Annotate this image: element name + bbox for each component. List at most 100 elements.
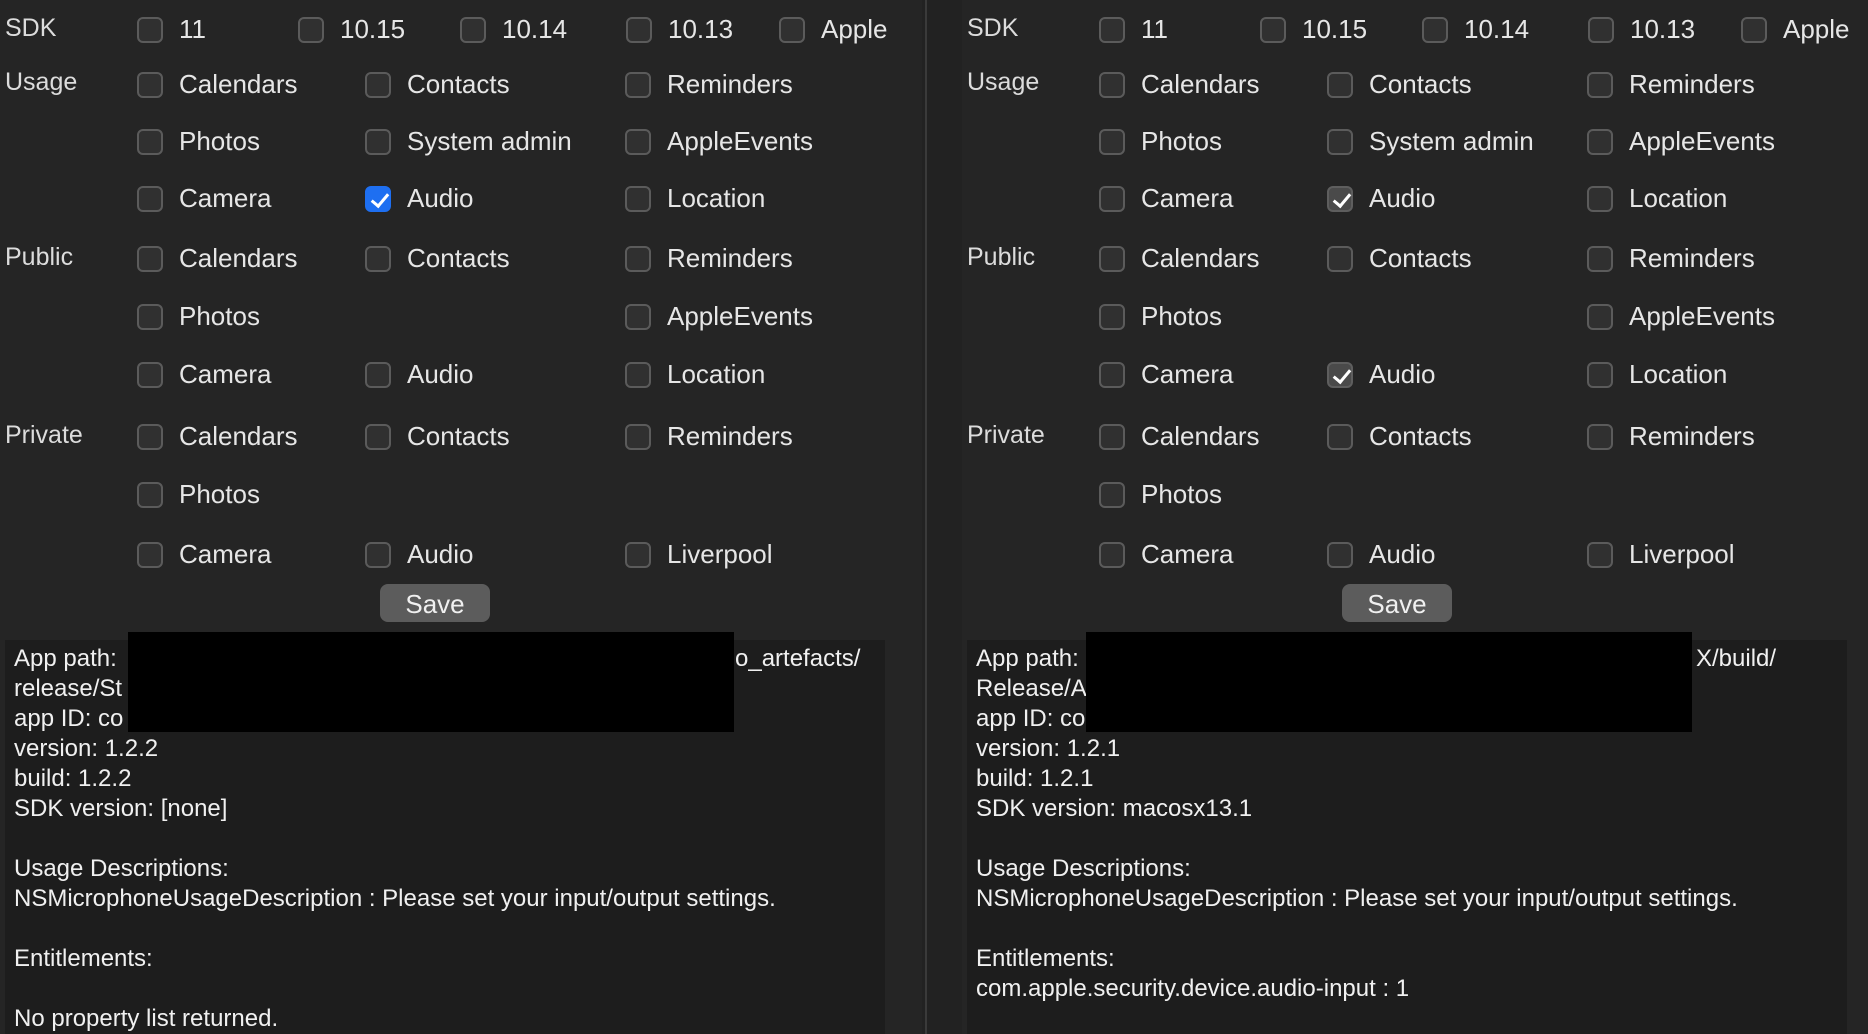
public-audio-checkbox[interactable]: Audio [1327,359,1436,390]
public-camera-checkbox[interactable]: Camera [1099,359,1233,390]
checkbox-box[interactable] [298,16,324,43]
checkbox-box[interactable] [137,16,163,43]
private-calendars-checkbox[interactable]: Calendars [1099,421,1260,452]
checkbox-box[interactable] [1588,16,1614,43]
checkbox-box[interactable] [1260,16,1286,43]
public-photos-checkbox[interactable]: Photos [1099,301,1222,332]
sdk-10-14-checkbox[interactable]: 10.14 [460,14,567,45]
checkbox-box[interactable] [625,541,651,568]
public-calendars-checkbox[interactable]: Calendars [1099,243,1260,274]
public-appleevents-checkbox[interactable]: AppleEvents [1587,301,1775,332]
usage-reminders-checkbox[interactable]: Reminders [1587,69,1755,100]
checkbox-box[interactable] [1099,541,1125,568]
private-photos-checkbox[interactable]: Photos [1099,479,1222,510]
checkbox-box[interactable] [1099,481,1125,508]
private-reminders-checkbox[interactable]: Reminders [625,421,793,452]
checkbox-box[interactable] [460,16,486,43]
sdk-10-15-checkbox[interactable]: 10.15 [298,14,405,45]
checkbox-box[interactable] [137,481,163,508]
checkbox-box[interactable] [1587,303,1613,330]
usage-camera-checkbox[interactable]: Camera [137,183,271,214]
checkbox-box[interactable] [365,541,391,568]
checkbox-box[interactable] [365,128,391,155]
public-reminders-checkbox[interactable]: Reminders [625,243,793,274]
checkbox-box[interactable] [1327,245,1353,272]
usage-location-checkbox[interactable]: Location [1587,183,1727,214]
checkbox-box[interactable] [365,423,391,450]
checkbox-box[interactable] [1099,361,1125,388]
checkbox-box[interactable] [625,128,651,155]
public-photos-checkbox[interactable]: Photos [137,301,260,332]
sdk-apple-checkbox[interactable]: Apple [1741,14,1850,45]
checkbox-box[interactable] [1099,185,1125,212]
usage-calendars-checkbox[interactable]: Calendars [1099,69,1260,100]
checkbox-box[interactable] [1327,423,1353,450]
checkbox-box[interactable] [365,245,391,272]
checkbox-box[interactable] [1587,245,1613,272]
checkbox-box[interactable] [1099,16,1125,43]
usage-camera-checkbox[interactable]: Camera [1099,183,1233,214]
checkbox-box[interactable] [1741,16,1767,43]
checkbox-box[interactable] [137,361,163,388]
checkbox-box[interactable] [137,303,163,330]
checkbox-box[interactable] [1099,128,1125,155]
private-contacts-checkbox[interactable]: Contacts [1327,421,1472,452]
checkbox-box[interactable] [625,245,651,272]
usage-system-admin-checkbox[interactable]: System admin [1327,126,1534,157]
public-contacts-checkbox[interactable]: Contacts [1327,243,1472,274]
checkbox-box[interactable] [1587,423,1613,450]
public-location-checkbox[interactable]: Location [1587,359,1727,390]
checkbox-box[interactable] [365,71,391,98]
private-liverpool-checkbox[interactable]: Liverpool [1587,539,1735,570]
usage-calendars-checkbox[interactable]: Calendars [137,69,298,100]
private-contacts-checkbox[interactable]: Contacts [365,421,510,452]
checkbox-box[interactable] [1587,71,1613,98]
private-calendars-checkbox[interactable]: Calendars [137,421,298,452]
checkbox-box[interactable] [1587,185,1613,212]
public-reminders-checkbox[interactable]: Reminders [1587,243,1755,274]
sdk-apple-checkbox[interactable]: Apple [779,14,888,45]
usage-audio-checkbox[interactable]: Audio [1327,183,1436,214]
private-liverpool-checkbox[interactable]: Liverpool [625,539,773,570]
usage-appleevents-checkbox[interactable]: AppleEvents [625,126,813,157]
sdk-10-14-checkbox[interactable]: 10.14 [1422,14,1529,45]
save-button[interactable]: Save [1342,584,1452,622]
checkbox-box-checked[interactable] [1327,361,1353,388]
checkbox-box[interactable] [137,423,163,450]
private-camera-checkbox[interactable]: Camera [137,539,271,570]
usage-reminders-checkbox[interactable]: Reminders [625,69,793,100]
usage-location-checkbox[interactable]: Location [625,183,765,214]
checkbox-box[interactable] [137,245,163,272]
checkbox-box[interactable] [1099,423,1125,450]
public-camera-checkbox[interactable]: Camera [137,359,271,390]
sdk-11-checkbox[interactable]: 11 [1099,14,1168,45]
checkbox-box[interactable] [1422,16,1448,43]
sdk-11-checkbox[interactable]: 11 [137,14,206,45]
checkbox-box[interactable] [625,361,651,388]
usage-contacts-checkbox[interactable]: Contacts [1327,69,1472,100]
checkbox-box[interactable] [626,16,652,43]
checkbox-box[interactable] [1327,541,1353,568]
checkbox-box[interactable] [137,541,163,568]
checkbox-box[interactable] [625,423,651,450]
checkbox-box[interactable] [625,71,651,98]
usage-audio-checkbox[interactable]: Audio [365,183,474,214]
public-calendars-checkbox[interactable]: Calendars [137,243,298,274]
checkbox-box[interactable] [1099,71,1125,98]
checkbox-box[interactable] [1099,303,1125,330]
checkbox-box[interactable] [779,16,805,43]
sdk-10-13-checkbox[interactable]: 10.13 [1588,14,1695,45]
private-audio-checkbox[interactable]: Audio [365,539,474,570]
usage-appleevents-checkbox[interactable]: AppleEvents [1587,126,1775,157]
sdk-10-15-checkbox[interactable]: 10.15 [1260,14,1367,45]
public-contacts-checkbox[interactable]: Contacts [365,243,510,274]
checkbox-box[interactable] [625,303,651,330]
usage-photos-checkbox[interactable]: Photos [1099,126,1222,157]
checkbox-box[interactable] [1587,128,1613,155]
checkbox-box[interactable] [1327,71,1353,98]
checkbox-box[interactable] [1327,128,1353,155]
private-photos-checkbox[interactable]: Photos [137,479,260,510]
public-appleevents-checkbox[interactable]: AppleEvents [625,301,813,332]
private-audio-checkbox[interactable]: Audio [1327,539,1436,570]
checkbox-box-checked[interactable] [365,185,391,212]
